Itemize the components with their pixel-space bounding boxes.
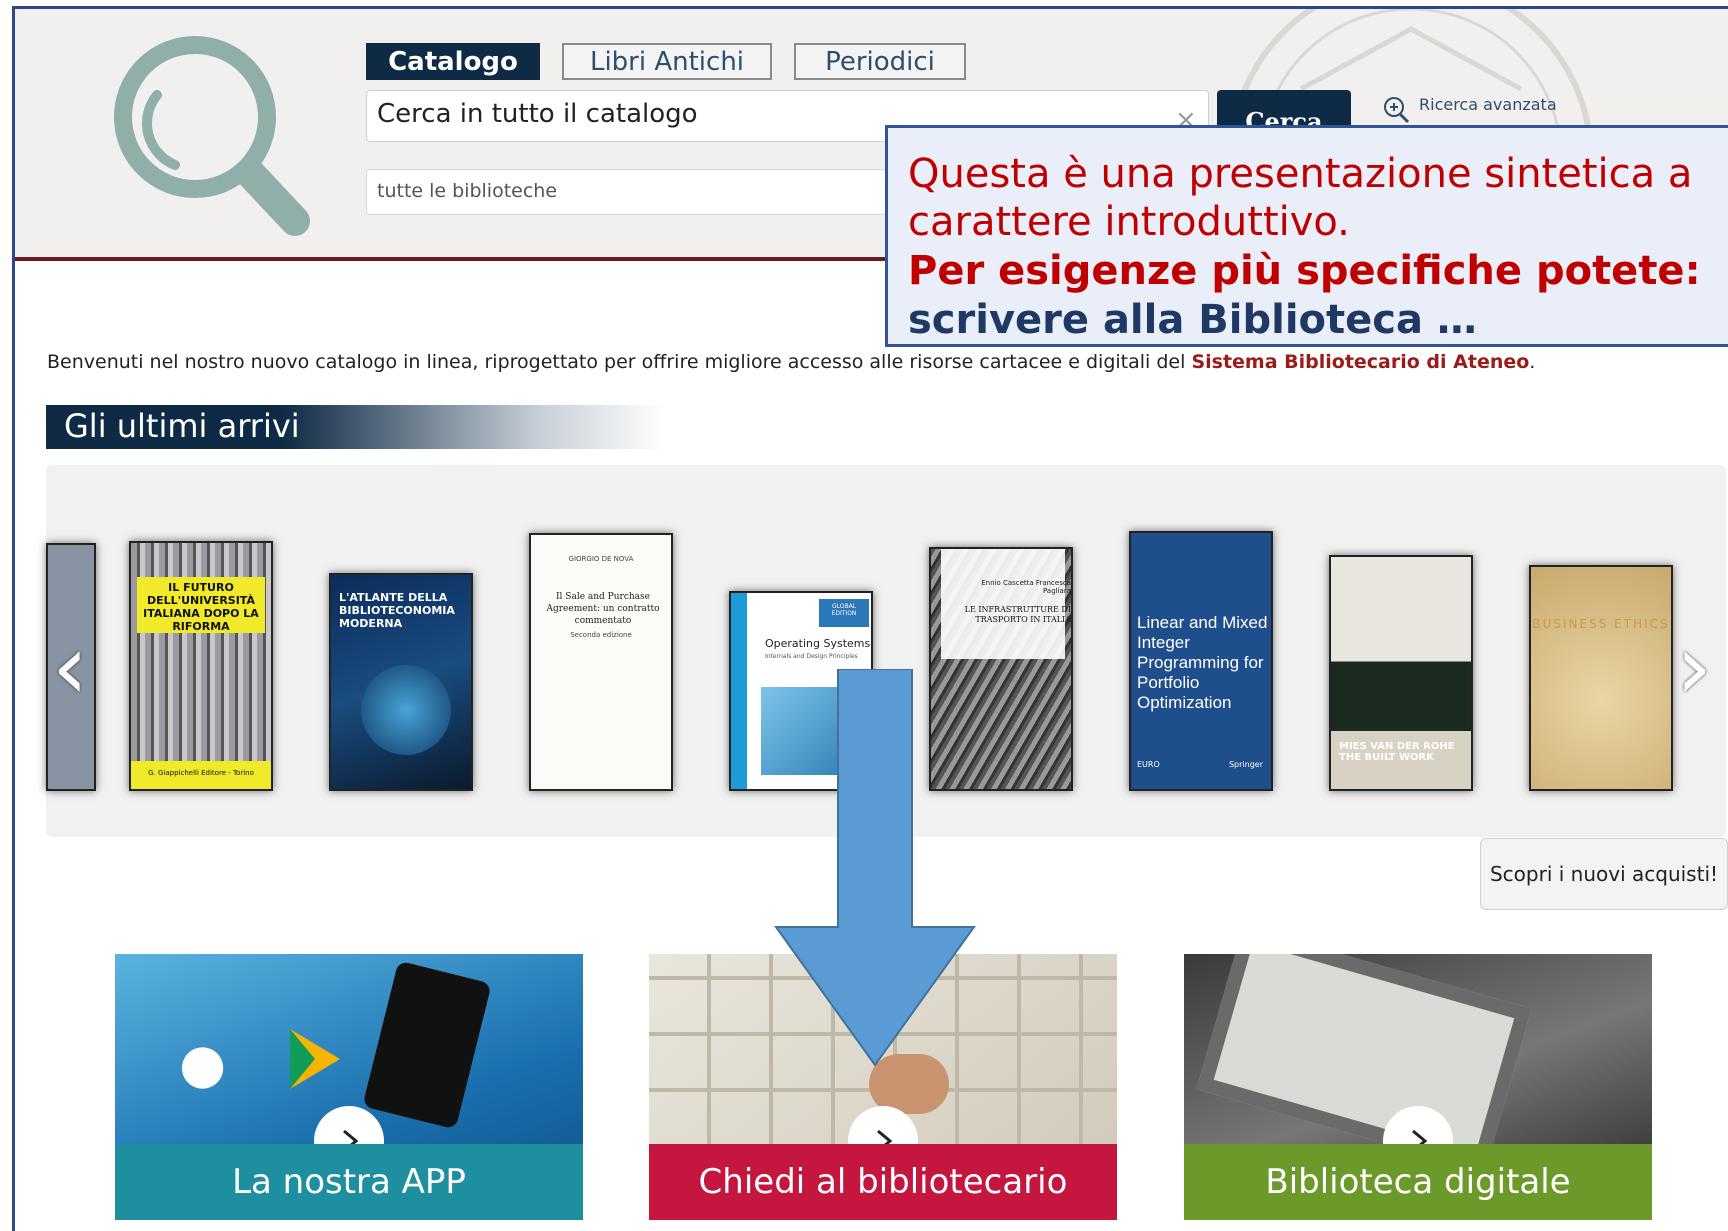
page-frame: Catalogo Libri Antichi Periodici Cerca i… xyxy=(12,6,1728,1231)
book-art xyxy=(361,665,451,755)
book-publisher: Springer xyxy=(1228,760,1263,769)
carousel-prev-arrow[interactable]: ‹ xyxy=(52,615,88,720)
library-scope-select[interactable]: tutte le biblioteche xyxy=(366,169,886,215)
tile-app[interactable]: ● La nostra APP xyxy=(115,954,583,1220)
tile-label: Biblioteca digitale xyxy=(1184,1144,1652,1220)
tab-periodici[interactable]: Periodici xyxy=(794,43,966,80)
book-cover[interactable]: GIORGIO DE NOVA Il Sale and Purchase Agr… xyxy=(529,533,673,791)
tab-catalogo[interactable]: Catalogo xyxy=(366,43,540,80)
book-title: Il Sale and Purchase Agreement: un contr… xyxy=(546,592,660,626)
tile-digital-library[interactable]: Biblioteca digitale xyxy=(1184,954,1652,1220)
ereader-art xyxy=(1196,954,1532,1173)
welcome-suffix: . xyxy=(1529,351,1536,373)
book-subtitle: Internals and Design Principles xyxy=(765,653,858,660)
callout-line-4: scrivere alla Biblioteca … xyxy=(908,297,1477,343)
play-store-icon xyxy=(290,1029,340,1089)
welcome-text: Benvenuti nel nostro nuovo catalogo in l… xyxy=(47,351,1535,373)
tile-label: Chiedi al bibliotecario xyxy=(649,1144,1117,1220)
down-arrow-annotation xyxy=(774,669,976,1067)
book-cover[interactable]: BUSINESS ETHICS xyxy=(1529,565,1673,791)
advanced-search-label[interactable]: Ricerca avanzata xyxy=(1419,95,1557,114)
book-title: LE INFRASTRUTTURE DI TRASPORTO IN ITALIA xyxy=(964,605,1071,624)
book-series: EURO xyxy=(1137,760,1160,769)
book-author: GIORGIO DE NOVA xyxy=(568,555,634,563)
sba-link[interactable]: Sistema Bibliotecario di Ateneo xyxy=(1191,351,1529,373)
callout-line-1: Questa è una presentazione sintetica a xyxy=(908,151,1693,197)
book-cover[interactable]: IL FUTURO DELL'UNIVERSITÀ ITALIANA DOPO … xyxy=(129,541,273,791)
advanced-search-icon xyxy=(1384,97,1410,124)
book-title: Operating Systems xyxy=(765,637,871,650)
tile-label: La nostra APP xyxy=(115,1144,583,1220)
book-cover[interactable]: MIES VAN DER ROHE THE BUILT WORK xyxy=(1329,555,1473,791)
book-title: Linear and Mixed Integer Programming for… xyxy=(1137,613,1268,712)
book-cover[interactable]: Linear and Mixed Integer Programming for… xyxy=(1129,531,1273,791)
callout-line-3: Per esigenze più specifiche potete: xyxy=(908,248,1701,294)
info-callout: Questa è una presentazione sintetica a c… xyxy=(885,125,1728,347)
book-authors: Ennio Cascetta Francesca Pagliara xyxy=(981,579,1071,595)
book-badge: GLOBAL EDITION xyxy=(819,599,869,627)
discover-new-acquisitions-button[interactable]: Scopri i nuovi acquisti! xyxy=(1480,838,1728,910)
magnifier-icon xyxy=(95,25,335,255)
advanced-search-link[interactable]: Ricerca avanzata xyxy=(1381,95,1557,125)
section-title-arrivals: Gli ultimi arrivi xyxy=(46,405,666,449)
book-title: IL FUTURO DELL'UNIVERSITÀ ITALIANA DOPO … xyxy=(137,577,265,633)
tab-libri-antichi[interactable]: Libri Antichi xyxy=(562,43,772,80)
book-label-area xyxy=(941,549,1065,659)
book-cover[interactable]: L'ATLANTE DELLA BIBLIOTECONOMIA MODERNA xyxy=(329,573,473,791)
smartphone-art xyxy=(362,960,492,1130)
book-title: BUSINESS ETHICS xyxy=(1532,617,1670,631)
welcome-body: Benvenuti nel nostro nuovo catalogo in l… xyxy=(47,351,1192,373)
book-edition: Seconda edizione xyxy=(570,631,632,639)
book-title: L'ATLANTE DELLA BIBLIOTECONOMIA MODERNA xyxy=(339,591,455,630)
book-publisher: G. Giappichelli Editore - Torino xyxy=(131,761,271,789)
carousel-next-arrow[interactable]: › xyxy=(1676,615,1712,720)
callout-line-2: carattere introduttivo. xyxy=(908,199,1350,245)
book-spine xyxy=(731,593,747,789)
book-title: MIES VAN DER ROHE THE BUILT WORK xyxy=(1339,741,1455,763)
apple-icon: ● xyxy=(179,1032,227,1095)
